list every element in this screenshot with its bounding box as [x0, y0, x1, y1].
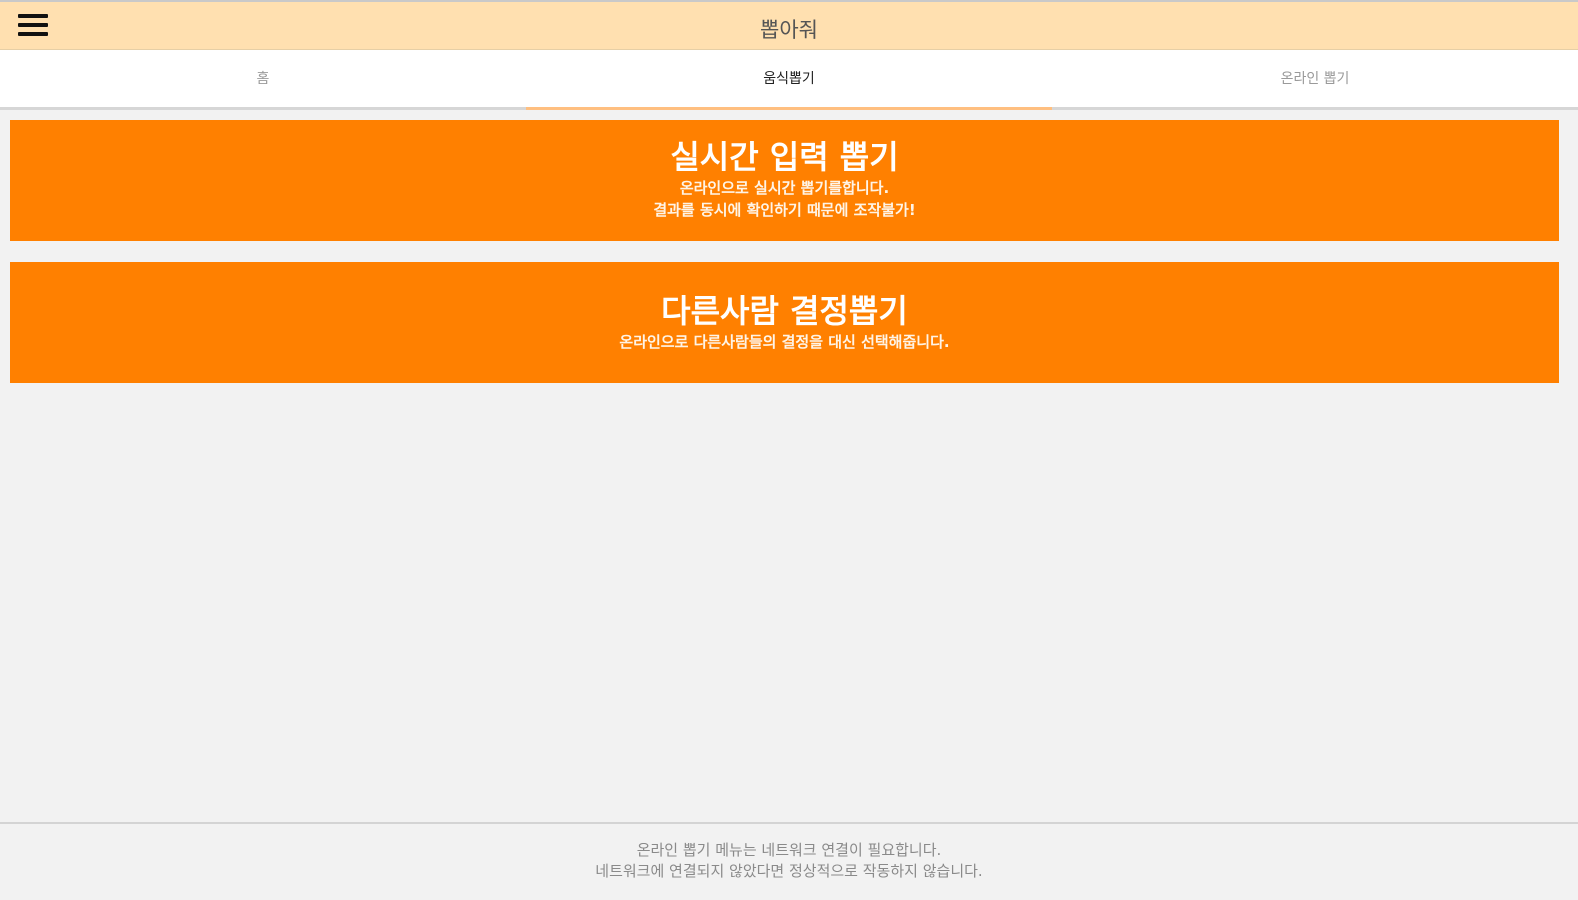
footer-notice-line: 네트워크에 연결되지 않았다면 정상적으로 작동하지 않습니다.	[595, 862, 983, 880]
tab-home[interactable]: 홈	[0, 50, 526, 107]
app-root: 뽑아줘 홈 움식뽑기 온라인 뽑기 실시간 입력 뽑기 온라인으로 실시간 뽑기…	[0, 0, 1578, 900]
card-description-line: 온라인으로 다른사람들의 결정을 대신 선택해줍니다.	[619, 333, 950, 351]
network-notice-footer: 온라인 뽑기 메뉴는 네트워크 연결이 필요합니다. 네트워크에 연결되지 않았…	[0, 822, 1578, 900]
tab-online-draw[interactable]: 온라인 뽑기	[1052, 50, 1578, 107]
others-decision-draw-button[interactable]: 다른사람 결정뽑기 온라인으로 다른사람들의 결정을 대신 선택해줍니다.	[10, 262, 1559, 383]
app-bar: 뽑아줘	[0, 0, 1578, 50]
card-title: 실시간 입력 뽑기	[670, 138, 899, 176]
footer-notice-line: 온라인 뽑기 메뉴는 네트워크 연결이 필요합니다.	[636, 841, 942, 859]
card-title: 다른사람 결정뽑기	[661, 292, 908, 330]
app-title: 뽑아줘	[760, 18, 818, 42]
tab-food-draw[interactable]: 움식뽑기	[526, 50, 1052, 110]
card-description-line: 온라인으로 실시간 뽑기를합니다.	[679, 179, 890, 197]
card-description-line: 결과를 동시에 확인하기 때문에 조작불가!	[653, 201, 916, 219]
tab-bar: 홈 움식뽑기 온라인 뽑기	[0, 50, 1578, 110]
realtime-input-draw-button[interactable]: 실시간 입력 뽑기 온라인으로 실시간 뽑기를합니다. 결과를 동시에 확인하기…	[10, 120, 1559, 241]
